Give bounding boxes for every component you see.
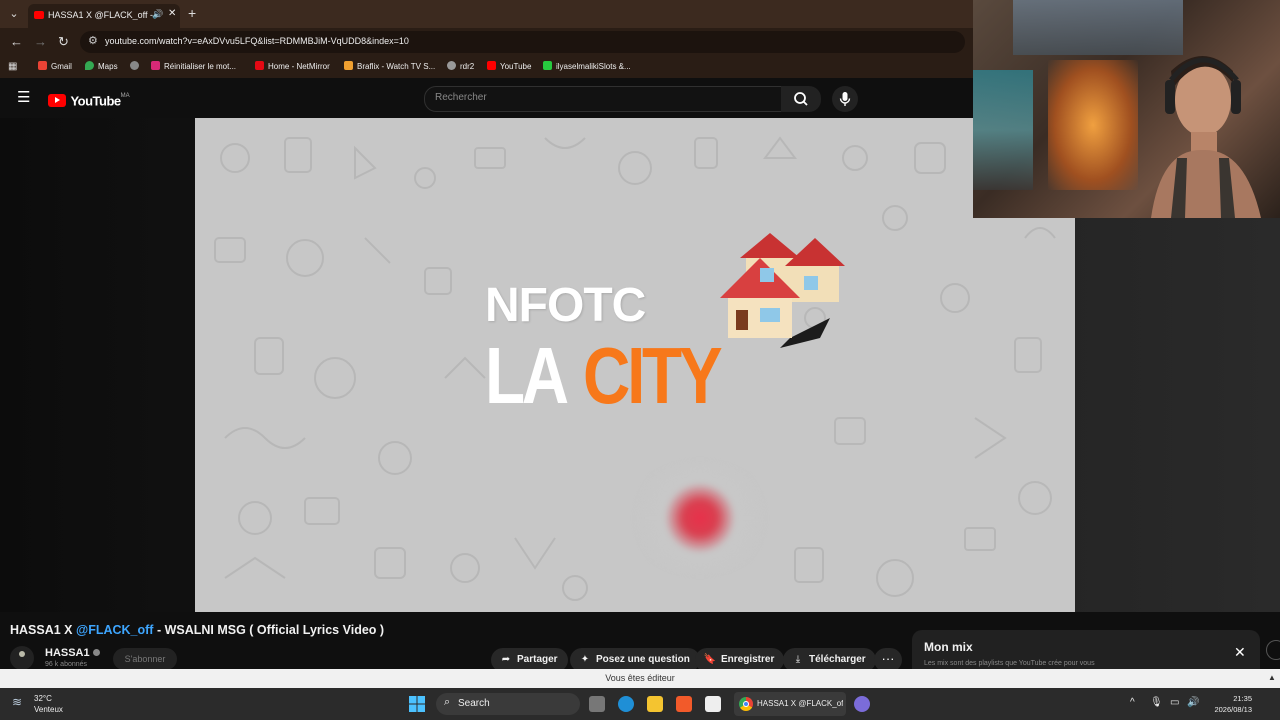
forward-arrow-icon[interactable]: → (34, 34, 47, 49)
braflix-icon (344, 61, 353, 70)
youtube-play-icon (48, 94, 66, 108)
url-text[interactable]: youtube.com/watch?v=eAxDVvu5LFQ&list=RDM… (105, 36, 409, 46)
netmirror-icon (255, 61, 264, 70)
region-code: MA (120, 93, 130, 99)
weather-widget[interactable]: ≋ 32°C Venteux (12, 694, 63, 714)
bookmark-slots[interactable]: ilyaselmalikiSlots &... (543, 61, 631, 71)
browser-tab-active[interactable]: HASSA1 X @FLACK_off - W 🔊 ✕ (28, 4, 180, 28)
site-settings-icon[interactable]: ⚙ (88, 34, 98, 47)
bookmark-braflix[interactable]: Braflix - Watch TV S... (344, 61, 435, 71)
subscriber-count: 96 k abonnés (45, 661, 88, 668)
tray-overflow-chevron-icon[interactable]: ^ (1130, 697, 1135, 708)
windows-start-icon[interactable] (409, 696, 425, 712)
bookmark-instagram[interactable]: Réinitialiser le mot... (151, 61, 236, 71)
webcam-overlay (973, 0, 1280, 218)
address-bar-row: ← → ↻ ⚙ youtube.com/watch?v=eAxDVvu5LFQ&… (0, 28, 973, 56)
brave-browser-icon[interactable] (676, 696, 692, 712)
network-icon[interactable]: ▭ (1170, 697, 1179, 708)
instagram-icon (151, 61, 160, 70)
taskbar-search[interactable]: ⌕ Search (436, 693, 580, 715)
streamer-person (1151, 56, 1261, 218)
mix-title: Mon mix (924, 640, 973, 654)
mix-subtitle: Les mix sont des playlists que YouTube c… (924, 660, 1095, 667)
audio-playing-icon[interactable]: 🔊 (152, 9, 163, 20)
verified-badge-icon (92, 649, 100, 656)
mention-link[interactable]: @FLACK_off (76, 623, 153, 637)
channel-logo-la: LA (485, 331, 569, 420)
microphone-tray-icon[interactable]: 🎙 (1150, 697, 1163, 708)
globe-icon (130, 61, 139, 70)
blurred-red-blob (625, 463, 775, 573)
task-view-icon[interactable] (589, 696, 605, 712)
bookmark-gmail[interactable]: Gmail (38, 61, 72, 71)
gmail-icon (38, 61, 47, 70)
bookmark-globe[interactable] (130, 61, 143, 71)
webcam-poster (1048, 60, 1138, 190)
globe-icon (447, 61, 456, 70)
taskbar-chrome-window[interactable]: HASSA1 X @FLACK_off - (734, 692, 846, 716)
kick-icon (543, 61, 552, 70)
new-tab-icon[interactable]: + (188, 5, 196, 21)
tab-title: HASSA1 X @FLACK_off - W (48, 10, 156, 20)
microphone-icon (839, 92, 851, 106)
youtube-favicon-icon (34, 11, 44, 19)
back-arrow-icon[interactable]: ← (10, 34, 23, 49)
search-input[interactable] (433, 91, 767, 104)
teams-icon[interactable] (854, 696, 870, 712)
channel-avatar[interactable] (10, 646, 34, 670)
chrome-icon (739, 697, 753, 711)
editor-banner: Vous êtes éditeur (0, 669, 1280, 688)
calendar-app-icon[interactable] (705, 696, 721, 712)
windows-taskbar: ≋ 32°C Venteux ⌕ Search HASSA1 X @FLACK_… (0, 688, 1280, 720)
channel-name[interactable]: HASSA1 (45, 647, 100, 659)
bookmark-youtube[interactable]: YouTube (487, 61, 531, 71)
volume-icon[interactable]: 🔊 (1187, 697, 1199, 708)
channel-logo-city: CITY (583, 331, 723, 420)
search-icon: ⌕ (444, 696, 451, 708)
tab-close-icon[interactable]: ✕ (168, 8, 176, 19)
video-frame[interactable]: NFOTC LA CITY (195, 118, 1075, 612)
subscribe-button[interactable]: S'abonner (113, 648, 177, 670)
webcam-monitor-glow (973, 70, 1033, 190)
windows-logo-icon (409, 696, 425, 712)
caret-up-icon[interactable]: ▲ (1268, 673, 1276, 682)
apps-grid-icon[interactable]: ▦ (8, 61, 17, 72)
tab-search-chevron-icon[interactable]: ⌄ (6, 6, 22, 22)
side-scroll-control[interactable] (1266, 640, 1280, 660)
search-icon (794, 92, 808, 106)
youtube-icon (487, 61, 496, 70)
voice-search-button[interactable] (832, 86, 858, 112)
url-omnibox[interactable]: ⚙ youtube.com/watch?v=eAxDVvu5LFQ&list=R… (80, 31, 965, 53)
system-clock[interactable]: 21:35 2026/08/13 (1200, 693, 1252, 715)
youtube-header: ☰ YouTubeMA (0, 78, 973, 118)
maps-pin-icon (85, 61, 94, 70)
file-explorer-icon[interactable] (647, 696, 663, 712)
hamburger-menu-icon[interactable]: ☰ (17, 90, 30, 105)
search-button[interactable] (781, 86, 821, 112)
browser-tab-bar: ⌄ HASSA1 X @FLACK_off - W 🔊 ✕ + (0, 0, 973, 28)
search-box[interactable] (424, 86, 782, 112)
bookmark-netmirror[interactable]: Home - NetMirror (255, 61, 330, 71)
video-title: HASSA1 X @FLACK_off - WSALNI MSG ( Offic… (10, 623, 385, 637)
houses-emoji-icon (720, 233, 845, 348)
bookmark-rdr2[interactable]: rdr2 (447, 61, 474, 71)
wind-icon: ≋ (12, 695, 23, 709)
channel-logo-nfotc: NFOTC (485, 279, 646, 332)
edge-browser-icon[interactable] (618, 696, 634, 712)
reload-icon[interactable]: ↻ (58, 34, 69, 50)
bookmark-maps[interactable]: Maps (85, 61, 118, 71)
bookmarks-bar: ▦ Gmail Maps Réinitialiser le mot... Hom… (0, 56, 973, 78)
mix-panel-header: Mon mix Les mix sont des playlists que Y… (912, 630, 1260, 670)
youtube-logo[interactable]: YouTubeMA (48, 92, 130, 110)
close-mix-icon[interactable]: ✕ (1234, 644, 1246, 661)
